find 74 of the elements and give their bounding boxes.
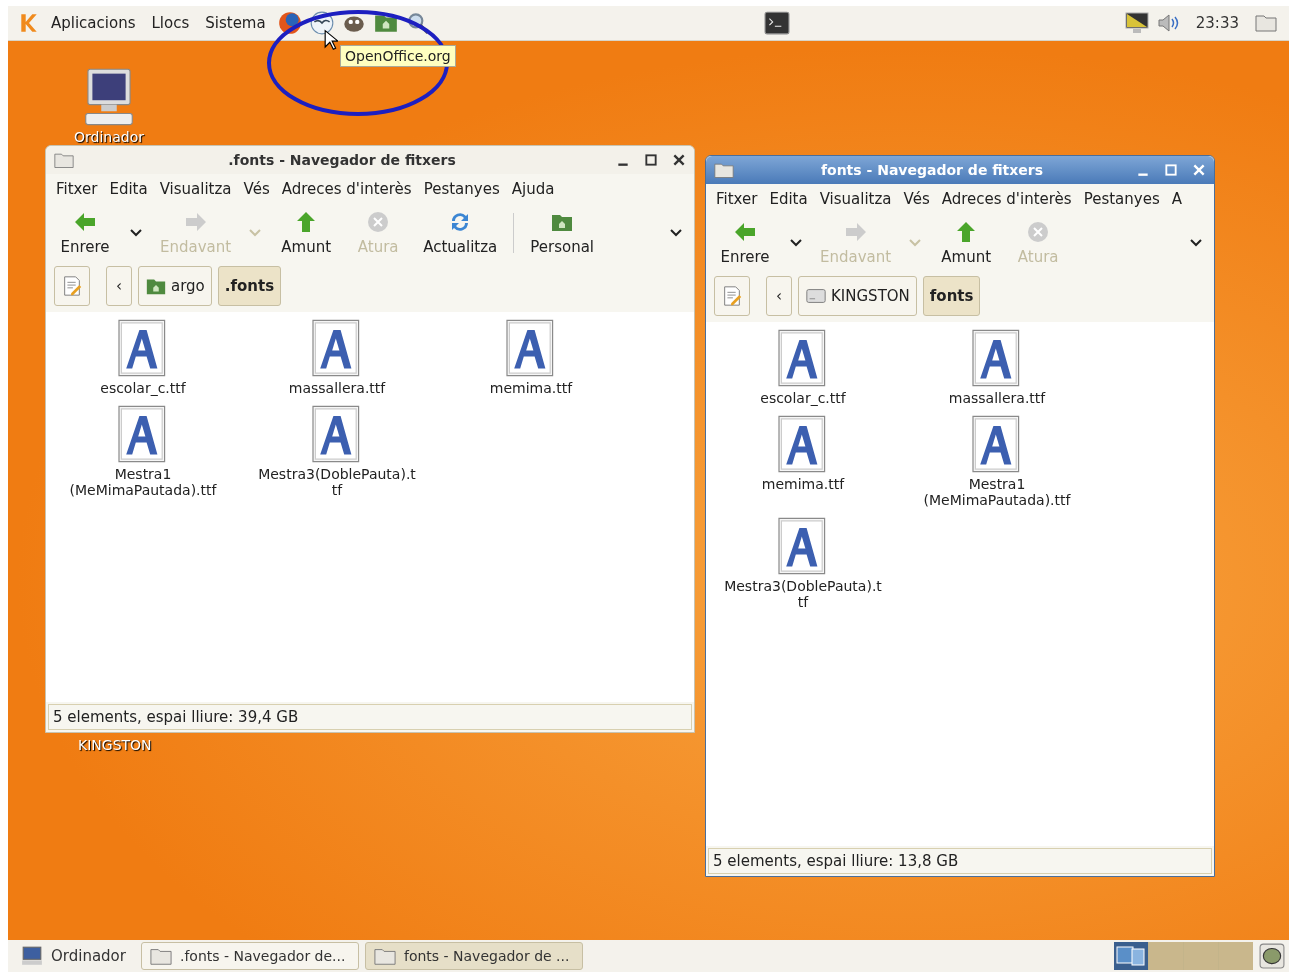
menu-item[interactable]: A (1167, 188, 1186, 210)
status-text: 5 elements, espai lliure: 13,8 GB (713, 852, 959, 870)
dropdown-caret-icon[interactable] (790, 239, 802, 247)
monitor-icon[interactable] (1123, 11, 1150, 35)
toolbar-button[interactable]: Amunt (271, 208, 342, 258)
overflow-caret-icon[interactable] (1190, 239, 1202, 247)
path-back-button[interactable]: ‹ (106, 266, 132, 306)
path-button[interactable]: .fonts (217, 266, 282, 306)
menu-item[interactable]: Edita (105, 178, 152, 200)
terminal-icon[interactable] (763, 10, 792, 36)
document-pencil-icon (721, 285, 743, 307)
location-toggle-button[interactable] (714, 276, 750, 316)
toolbar-button[interactable]: Personal (522, 208, 603, 258)
overflow-caret-icon[interactable] (670, 229, 682, 237)
file-name[interactable]: Mestra3(DoblePauta).ttf (723, 578, 883, 610)
panel-menu[interactable]: Llocs (146, 14, 195, 32)
forward-arrow-icon (183, 210, 208, 234)
taskbar-button[interactable]: fonts - Navegador de ... (364, 942, 583, 970)
gull-icon[interactable] (308, 10, 335, 36)
file-name[interactable]: escolar_c.ttf (723, 390, 883, 406)
maximize-icon[interactable] (644, 153, 658, 167)
toolbar-button[interactable]: Amunt (931, 218, 1002, 268)
file-name[interactable]: escolar_c.ttf (63, 380, 223, 396)
menu-item[interactable]: Pestanyes (419, 178, 504, 200)
menu-item[interactable]: Vés (239, 178, 274, 200)
dropdown-caret-icon[interactable] (130, 229, 142, 237)
menu-item[interactable]: Fitxer (52, 178, 102, 200)
path-back-button[interactable]: ‹ (766, 276, 792, 316)
menu-item[interactable]: Pestanyes (1079, 188, 1164, 210)
path-button[interactable]: argo (138, 266, 212, 306)
menu-item[interactable]: Edita (765, 188, 812, 210)
clock[interactable]: 23:33 (1195, 14, 1239, 32)
status-text: 5 elements, espai lliure: 39,4 GB (53, 708, 299, 726)
forward-arrow-icon (843, 220, 868, 244)
folder-icon (149, 946, 172, 966)
menu-item[interactable]: Visualitza (815, 188, 896, 210)
folder-icon (714, 161, 734, 179)
taskbar-button[interactable]: .fonts - Navegador de... (140, 942, 359, 970)
menu-item[interactable]: Visualitza (155, 178, 236, 200)
path-button[interactable]: KINGSTON (798, 276, 917, 316)
menu-item[interactable]: Adreces d'interès (277, 178, 416, 200)
folder-icon (373, 946, 396, 966)
window-title: .fonts - Navegador de fitxers (227, 152, 457, 168)
globe-icon[interactable] (276, 10, 303, 36)
window-title: fonts - Navegador de fitxers (819, 162, 1045, 178)
file-name[interactable]: memima.ttf (451, 380, 611, 396)
location-toggle-button[interactable] (54, 266, 90, 306)
document-pencil-icon (61, 275, 83, 297)
stop-icon (366, 210, 391, 234)
folder-icon (54, 151, 74, 169)
toolbar-button[interactable]: Actualitza (415, 208, 506, 258)
toolbar-button[interactable]: Enrere (710, 218, 780, 268)
file-name[interactable]: massallera.ttf (917, 390, 1077, 406)
windows-thumbnail-icon (1116, 943, 1146, 966)
menu-item[interactable]: Fitxer (712, 188, 762, 210)
file-name[interactable]: Mestra3(DoblePauta).ttf (257, 466, 417, 498)
file-name[interactable]: Mestra1 (MeMimaPautada).ttf (917, 476, 1077, 508)
panel-menu[interactable]: Aplicacions (46, 14, 141, 32)
computer-icon (21, 946, 43, 966)
path-button[interactable]: fonts (922, 276, 981, 316)
panel-menu[interactable]: Sistema (200, 14, 271, 32)
file-name[interactable]: massallera.ttf (257, 380, 417, 396)
mouse-pointer-icon (324, 29, 338, 51)
stop-icon (1026, 220, 1051, 244)
tooltip: OpenOffice.org (340, 45, 456, 67)
workspace-button[interactable] (1114, 942, 1148, 970)
menu-item[interactable]: Adreces d'interès (937, 188, 1076, 210)
toolbar-button[interactable]: Enrere (50, 208, 120, 258)
show-desktop-button[interactable]: Ordinador (12, 942, 135, 970)
menu-item[interactable]: Ajuda (507, 178, 559, 200)
menu-item[interactable]: Vés (899, 188, 934, 210)
file-name[interactable]: Mestra1 (MeMimaPautada).ttf (63, 466, 223, 498)
file-name[interactable]: memima.ttf (723, 476, 883, 492)
close-icon[interactable] (672, 153, 686, 167)
